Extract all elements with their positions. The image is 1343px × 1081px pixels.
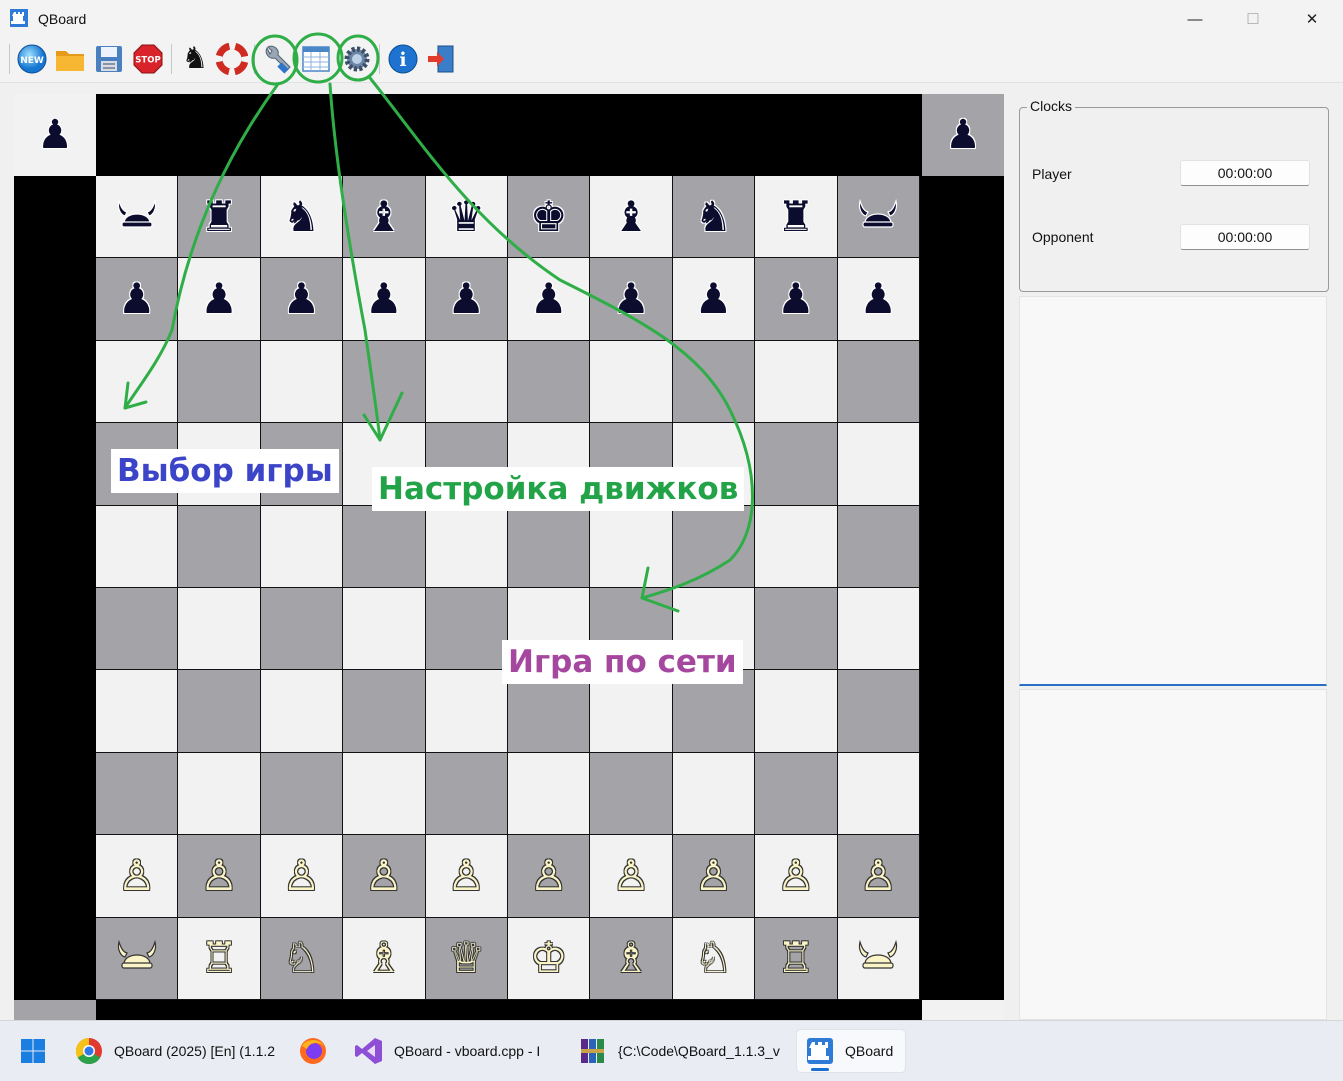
start-button[interactable] — [10, 1029, 56, 1073]
taskbar-visual-studio-label: QBoard - vboard.cpp - I — [394, 1043, 541, 1059]
visual-studio-icon — [355, 1038, 382, 1064]
arrowhead-engine-setup — [362, 391, 404, 442]
opponent-clock-label: Opponent — [1032, 229, 1094, 245]
arrow-game-select — [123, 82, 280, 410]
taskbar: QBoard (2025) [En] (1.1.2 QBoard - vboar… — [0, 1020, 1343, 1081]
firefox-icon — [300, 1038, 326, 1064]
taskbar-firefox[interactable] — [290, 1029, 336, 1073]
callout-network-play: Игра по сети — [502, 640, 743, 684]
player-clock-label: Player — [1032, 166, 1072, 182]
clocks-group — [1019, 107, 1329, 292]
qboard-icon — [807, 1038, 833, 1064]
active-indicator — [811, 1068, 829, 1071]
player-clock-value: 00:00:00 — [1180, 160, 1310, 186]
clocks-title: Clocks — [1027, 98, 1076, 114]
taskbar-qboard-label: QBoard — [845, 1043, 894, 1059]
callout-engine-setup: Настройка движков — [372, 467, 745, 511]
arrow-engine-setup — [328, 82, 382, 442]
callout-game-select: Выбор игры — [111, 449, 339, 493]
taskbar-winrar-label: {C:\Code\QBoard_1.1.3_v — [618, 1043, 780, 1059]
highlight-table-ring — [292, 32, 344, 84]
arrow-network-play — [368, 76, 754, 600]
chrome-icon — [75, 1037, 102, 1065]
opponent-clock-value: 00:00:00 — [1180, 224, 1310, 250]
taskbar-winrar[interactable]: {C:\Code\QBoard_1.1.3_v — [570, 1029, 788, 1073]
taskbar-chrome[interactable]: QBoard (2025) [En] (1.1.2 — [66, 1029, 280, 1073]
winrar-icon — [581, 1039, 604, 1063]
highlight-gear-ring — [336, 34, 380, 82]
move-list-panel[interactable] — [1019, 296, 1327, 686]
taskbar-qboard[interactable]: QBoard — [796, 1029, 906, 1073]
taskbar-visual-studio[interactable]: QBoard - vboard.cpp - I — [346, 1029, 560, 1073]
taskbar-chrome-label: QBoard (2025) [En] (1.1.2 — [114, 1043, 276, 1059]
log-panel[interactable] — [1019, 689, 1327, 1020]
windows-start-icon — [21, 1039, 45, 1063]
highlight-wrench-ring — [251, 34, 299, 86]
